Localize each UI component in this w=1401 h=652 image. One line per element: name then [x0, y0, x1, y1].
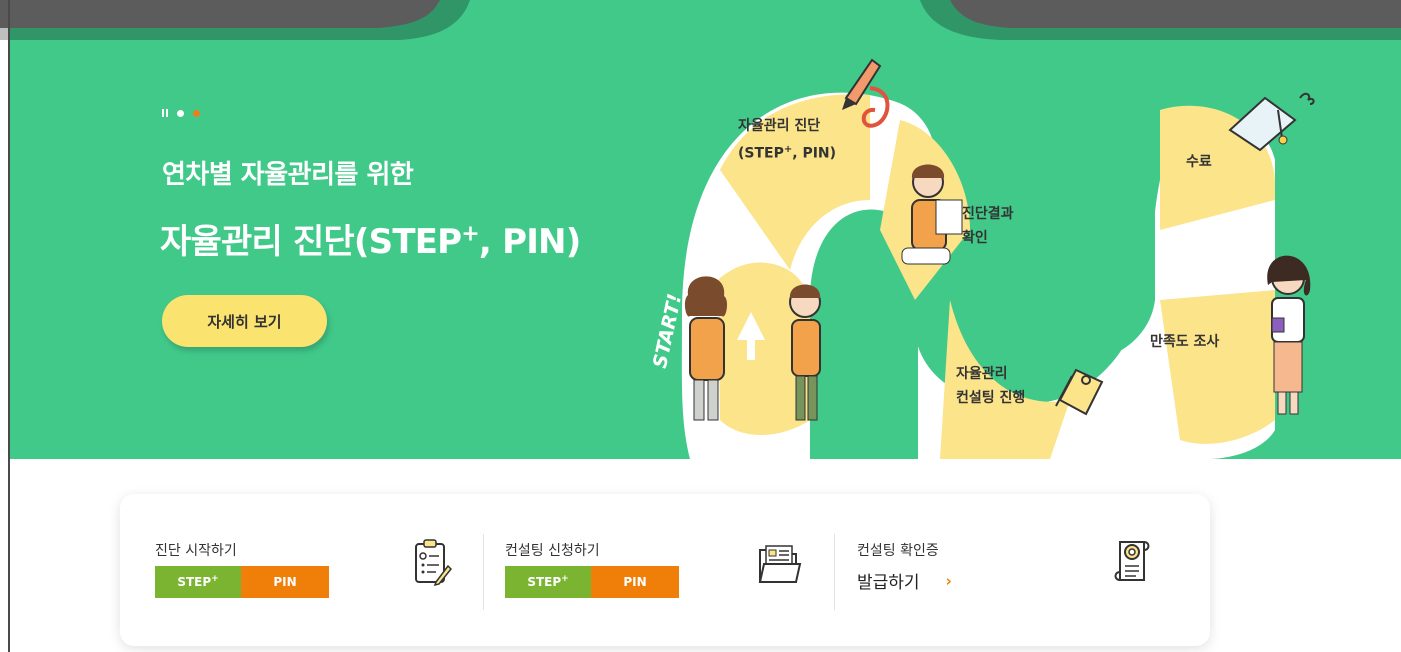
step-label-complete: 수료: [1186, 154, 1212, 170]
certificate-scroll-icon: [1114, 541, 1150, 581]
diagnosis-start-section: 진단 시작하기 STEP + PIN: [120, 494, 480, 646]
window-left-border: [8, 0, 10, 652]
slide-dot-2-active[interactable]: [193, 109, 200, 117]
consulting-step-button[interactable]: STEP +: [505, 566, 591, 598]
step-label-consulting: 자율관리 컨설팅 진행: [956, 366, 1026, 406]
diagnosis-step-button[interactable]: STEP +: [155, 566, 241, 598]
slide-pager: [162, 109, 200, 117]
certificate-title: 컨설팅 확인증: [857, 543, 939, 559]
diagnosis-pin-button[interactable]: PIN: [241, 566, 329, 598]
consulting-apply-section: 컨설팅 신청하기 STEP + PIN: [484, 494, 836, 646]
quick-menu-card: 진단 시작하기 STEP + PIN 컨설팅 신청하기 STEP + PIN 컨…: [120, 494, 1210, 646]
step-label-survey: 만족도 조사: [1150, 334, 1220, 350]
pause-icon[interactable]: [162, 109, 168, 117]
quick-menu-divider: [834, 534, 835, 610]
slide-dot-1[interactable]: [177, 109, 184, 117]
certificate-issue-link[interactable]: 발급하기 ›: [857, 568, 952, 594]
page: 연차별 자율관리를 위한 자율관리 진단(STEP+, PIN) 자세히 보기 …: [0, 0, 1401, 652]
consulting-pin-button[interactable]: PIN: [591, 566, 679, 598]
detail-view-button[interactable]: 자세히 보기: [162, 295, 327, 347]
hero-subtitle: 연차별 자율관리를 위한: [162, 160, 414, 190]
step-label-result: 진단결과 확인: [962, 206, 1014, 246]
consulting-apply-title: 컨설팅 신청하기: [505, 543, 600, 559]
certificate-issue-label: 발급하기: [857, 573, 920, 593]
step-label-diagnosis: 자율관리 진단 (STEP+, PIN): [738, 118, 837, 162]
chevron-right-icon: ›: [945, 571, 952, 590]
diagnosis-start-title: 진단 시작하기: [155, 543, 237, 559]
checklist-clipboard-icon: [415, 539, 452, 587]
teacher-figure: [1267, 255, 1311, 415]
folder-document-icon: [758, 545, 802, 583]
hero-title: 자율관리 진단(STEP+, PIN): [160, 221, 581, 262]
certificate-section: 컨설팅 확인증 발급하기 ›: [836, 494, 1210, 646]
hero-banner: 연차별 자율관리를 위한 자율관리 진단(STEP+, PIN) 자세히 보기 …: [10, 0, 1401, 459]
